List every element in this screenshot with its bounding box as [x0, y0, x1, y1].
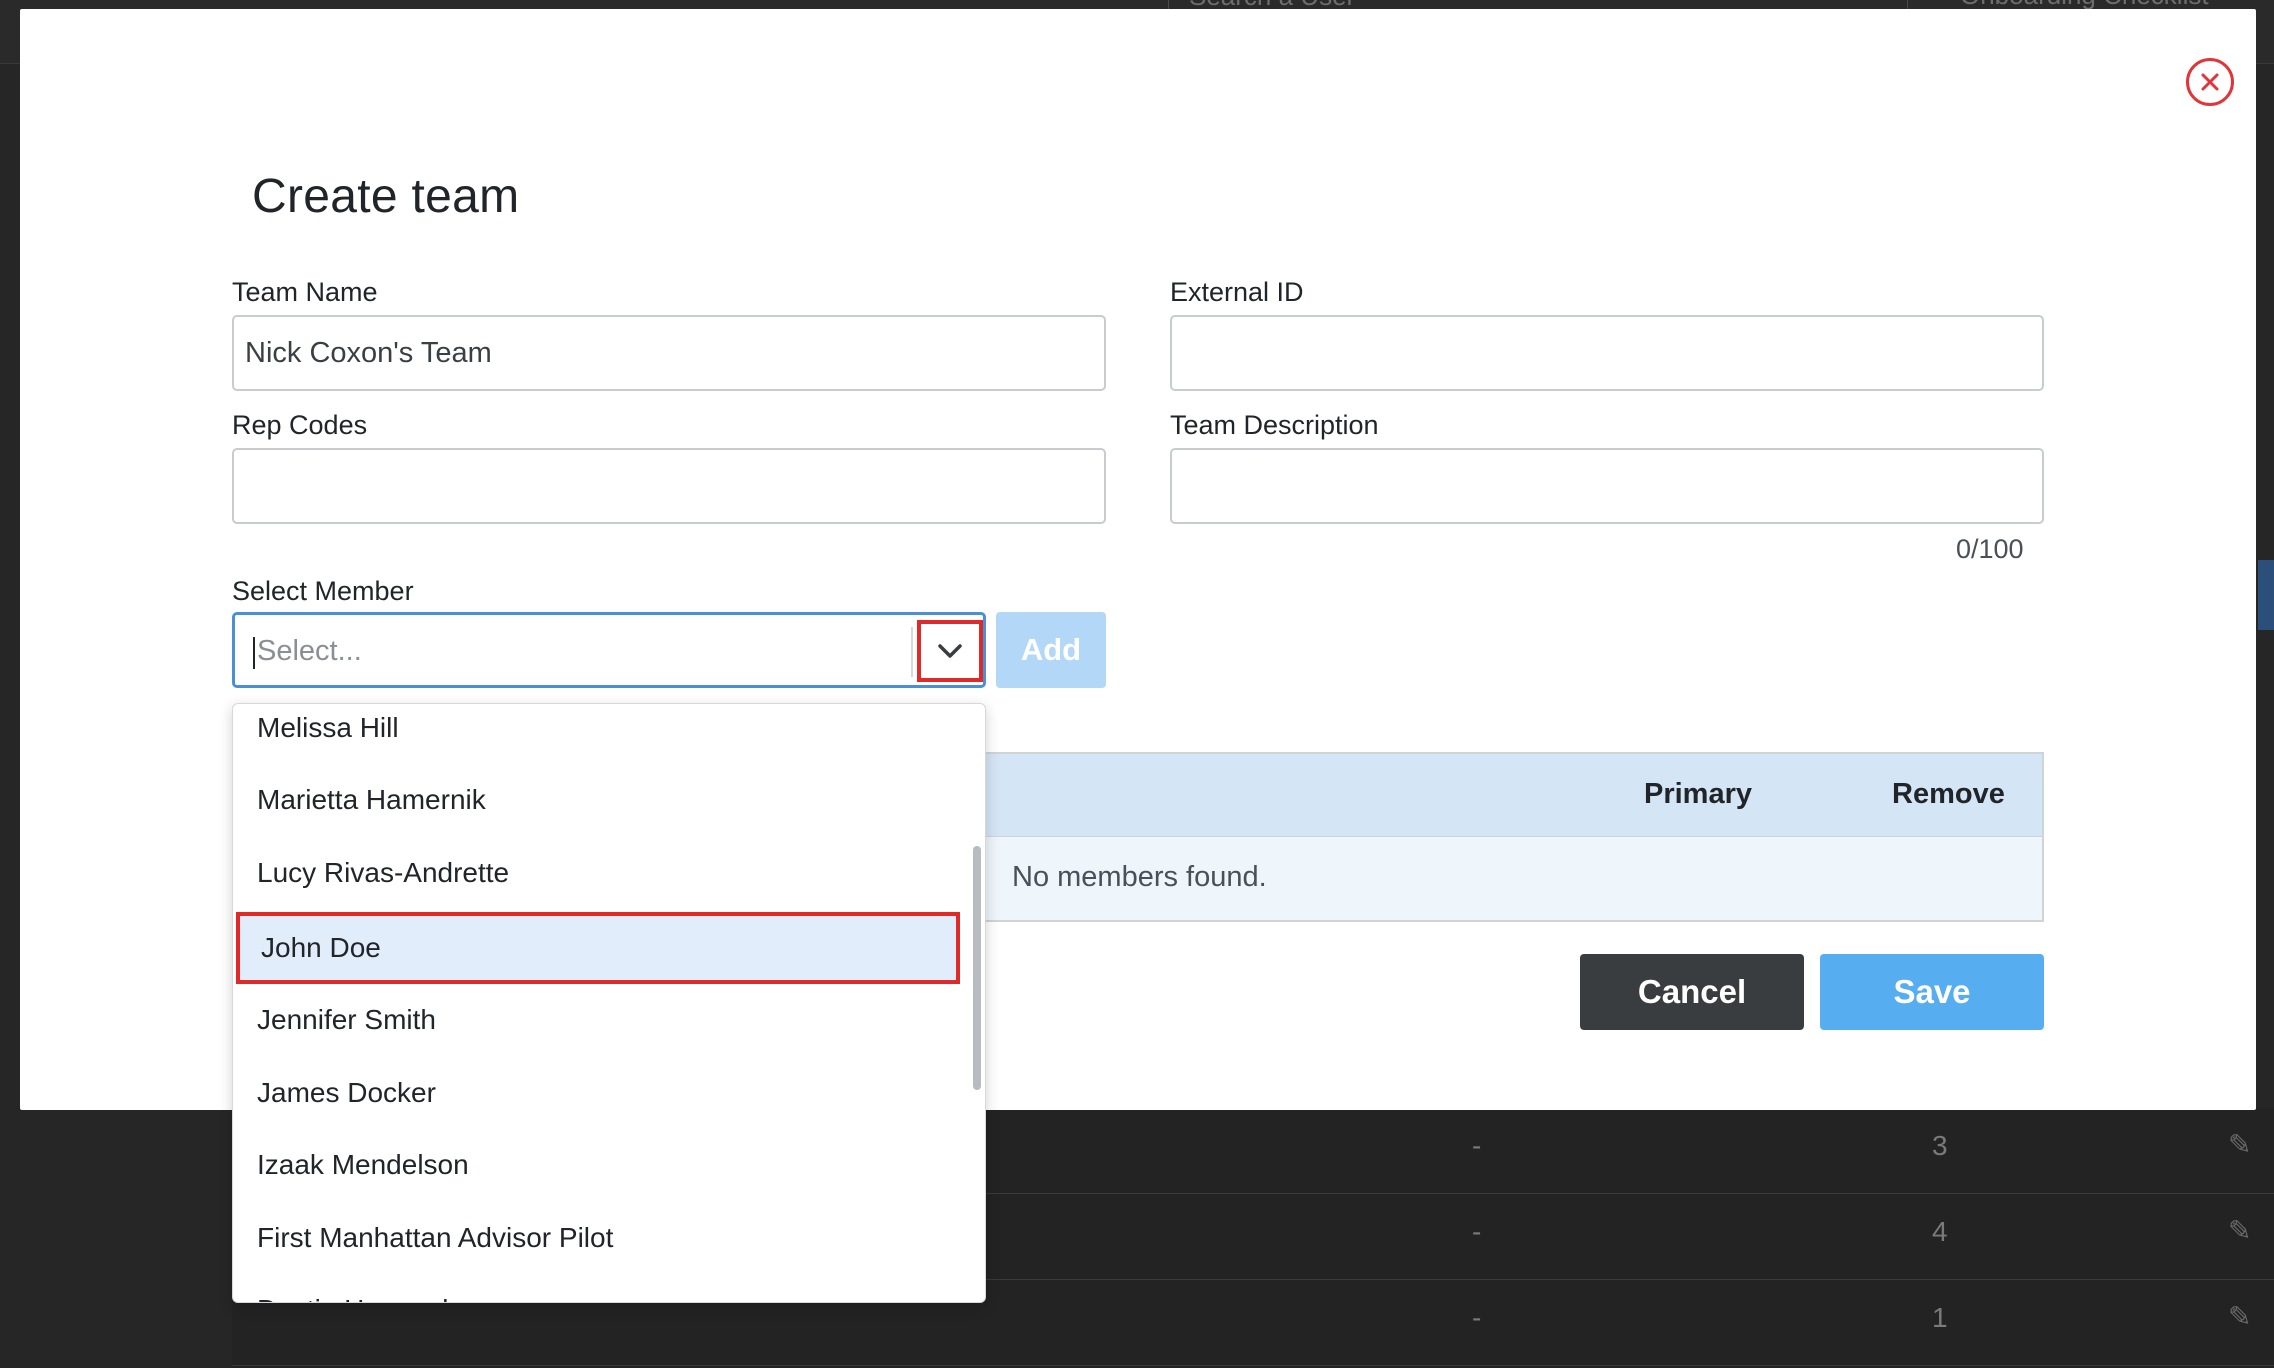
pencil-icon: ✎ — [2228, 1129, 2252, 1160]
pencil-icon: ✎ — [2228, 1301, 2252, 1332]
team-description-label: Team Description — [1170, 410, 1379, 440]
text-caret — [253, 637, 255, 669]
select-member-placeholder: Select... — [257, 635, 362, 667]
team-name-label: Team Name — [232, 277, 378, 307]
background-row-count: 1 — [1932, 1302, 1948, 1333]
close-button[interactable] — [2186, 58, 2234, 106]
background-row-count: 4 — [1932, 1216, 1948, 1247]
rep-codes-input[interactable] — [232, 448, 1106, 524]
dropdown-option-highlighted[interactable]: John Doe — [236, 912, 960, 984]
member-dropdown-list[interactable]: Melissa Hill Marietta Hamernik Lucy Riva… — [232, 703, 986, 1303]
background-row-count: 3 — [1932, 1130, 1948, 1161]
dropdown-option[interactable]: Jennifer Smith — [233, 984, 963, 1056]
dropdown-option[interactable]: Dustin Hassard — [233, 1274, 963, 1302]
select-separator — [911, 627, 913, 677]
dropdown-option[interactable]: Lucy Rivas-Andrette — [233, 837, 963, 909]
dropdown-toggle-button[interactable] — [917, 620, 983, 682]
select-member-input[interactable]: Select... — [232, 612, 986, 688]
column-header-remove: Remove — [1892, 778, 2005, 810]
team-description-input[interactable] — [1170, 448, 2044, 524]
background-row-dash: - — [1472, 1216, 1482, 1247]
dropdown-option[interactable]: First Manhattan Advisor Pilot — [233, 1202, 963, 1274]
members-empty-message: No members found. — [1012, 861, 1267, 893]
dropdown-option[interactable]: Izaak Mendelson — [233, 1129, 963, 1201]
chevron-down-icon — [938, 644, 962, 658]
background-row-dash: - — [1472, 1130, 1482, 1161]
dropdown-option[interactable]: Marietta Hamernik — [233, 764, 963, 836]
external-id-input[interactable] — [1170, 315, 2044, 391]
save-button[interactable]: Save — [1820, 954, 2044, 1030]
column-header-primary: Primary — [1644, 778, 1753, 810]
team-name-input[interactable] — [232, 315, 1106, 391]
select-member-label: Select Member — [232, 576, 414, 606]
description-char-counter: 0/100 — [1956, 534, 2024, 564]
modal-title: Create team — [252, 170, 520, 223]
external-id-label: External ID — [1170, 277, 1304, 307]
pencil-icon: ✎ — [2228, 1215, 2252, 1246]
background-row-dash: - — [1472, 1302, 1482, 1333]
dropdown-option[interactable]: James Docker — [233, 1057, 963, 1129]
add-member-button[interactable]: Add — [996, 612, 1106, 688]
background-side-tab — [2258, 560, 2274, 630]
dropdown-scrollbar[interactable] — [973, 846, 981, 1090]
dropdown-option[interactable]: Melissa Hill — [233, 704, 963, 764]
close-icon — [2201, 73, 2219, 91]
cancel-button[interactable]: Cancel — [1580, 954, 1804, 1030]
rep-codes-label: Rep Codes — [232, 410, 368, 440]
